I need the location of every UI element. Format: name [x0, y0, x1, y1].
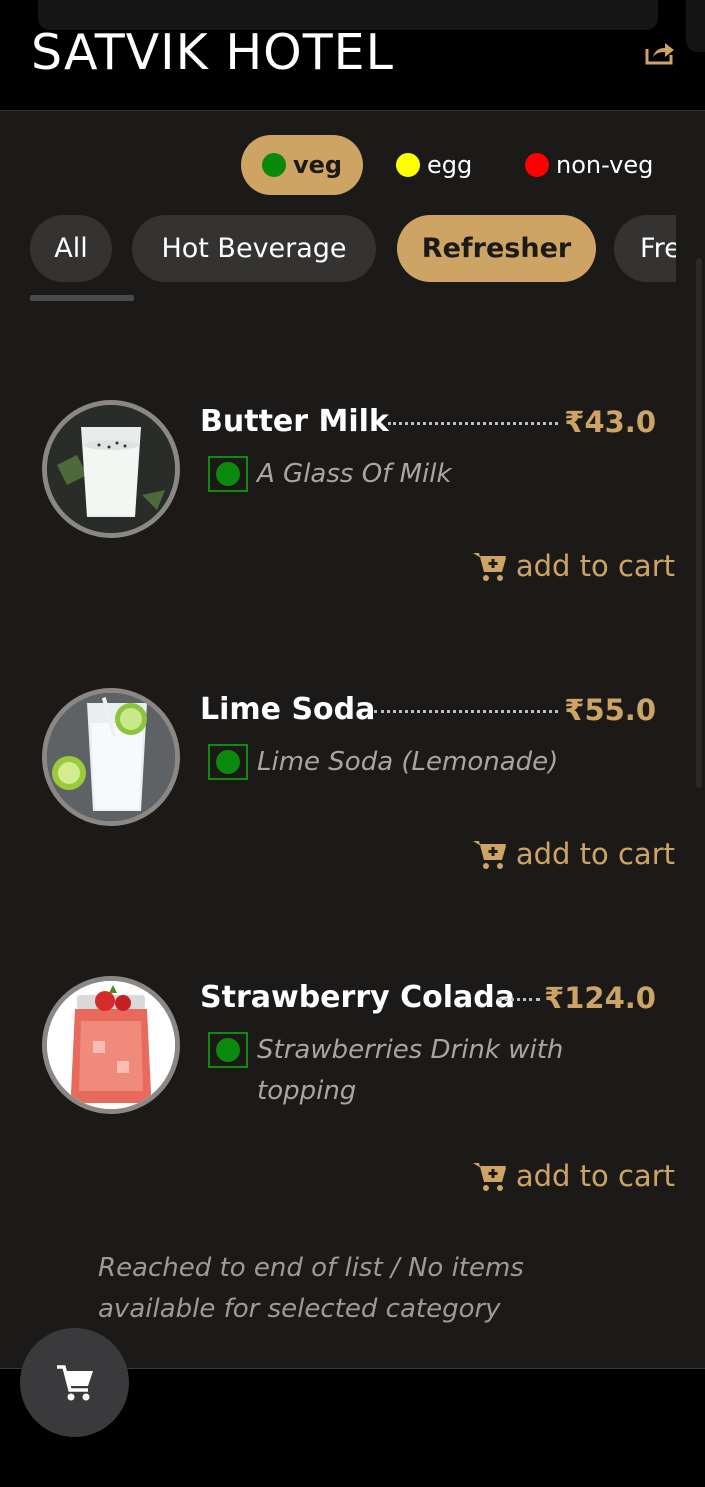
filter-non-veg[interactable]: non-veg [525, 135, 653, 195]
veg-indicator-icon [208, 456, 248, 492]
item-description: A Glass Of Milk [257, 459, 452, 489]
scrolled-item-ghost-edge [686, 0, 705, 52]
app-header: Dal Tadka Thick SATVIK HOTEL [0, 0, 705, 111]
category-tabs: All Hot Beverage Refresher Fre [0, 215, 676, 305]
leader-dots [498, 998, 540, 1001]
add-to-cart-button[interactable]: add to cart [472, 1156, 675, 1196]
cart-fab-button[interactable] [20, 1328, 129, 1437]
tab-indicator [30, 295, 134, 301]
end-of-list-message: Reached to end of list / No items availa… [98, 1253, 524, 1324]
filter-egg[interactable]: egg [396, 135, 472, 195]
non-veg-dot-icon [525, 153, 549, 177]
cart-plus-icon [472, 553, 506, 581]
item-image [42, 976, 180, 1114]
tab-hot-beverage[interactable]: Hot Beverage [132, 215, 376, 282]
shopping-cart-icon [56, 1364, 93, 1400]
filter-egg-label: egg [427, 151, 473, 179]
filter-veg[interactable]: veg [241, 135, 363, 195]
veg-dot-icon [261, 153, 286, 177]
tab-refresher[interactable]: Refresher [397, 215, 596, 282]
item-price: ₹124.0 [544, 981, 656, 1015]
filter-non-veg-label: non-veg [556, 151, 654, 179]
diet-filter-bar: veg egg non-veg [0, 135, 705, 195]
add-to-cart-button[interactable]: add to cart [472, 546, 675, 586]
tab-all[interactable]: All [30, 215, 112, 282]
leader-dots [374, 710, 558, 713]
egg-dot-icon [396, 153, 420, 177]
add-to-cart-label: add to cart [515, 837, 675, 871]
cart-plus-icon [472, 841, 506, 869]
restaurant-title: SATVIK HOTEL [31, 24, 394, 81]
filter-veg-label: veg [292, 151, 343, 179]
scrollbar[interactable] [696, 258, 702, 788]
leader-dots [388, 422, 558, 425]
share-icon [645, 43, 674, 65]
item-description: Lime Soda (Lemonade) [257, 747, 559, 777]
veg-indicator-icon [208, 1032, 248, 1068]
item-name: Lime Soda [200, 692, 376, 727]
item-price: ₹43.0 [564, 405, 656, 439]
item-image [42, 688, 180, 826]
add-to-cart-button[interactable]: add to cart [472, 834, 675, 874]
cart-plus-icon [472, 1163, 506, 1191]
add-to-cart-label: add to cart [515, 1159, 675, 1193]
tab-fresh[interactable]: Fre [614, 215, 676, 282]
item-name: Strawberry Colada [200, 980, 515, 1015]
item-image [42, 400, 180, 538]
item-name: Butter Milk [200, 404, 389, 439]
veg-indicator-icon [208, 744, 248, 780]
item-price: ₹55.0 [564, 693, 656, 727]
item-description: Strawberries Drink with topping [257, 1035, 564, 1106]
add-to-cart-label: add to cart [515, 549, 675, 583]
share-button[interactable] [644, 38, 676, 68]
